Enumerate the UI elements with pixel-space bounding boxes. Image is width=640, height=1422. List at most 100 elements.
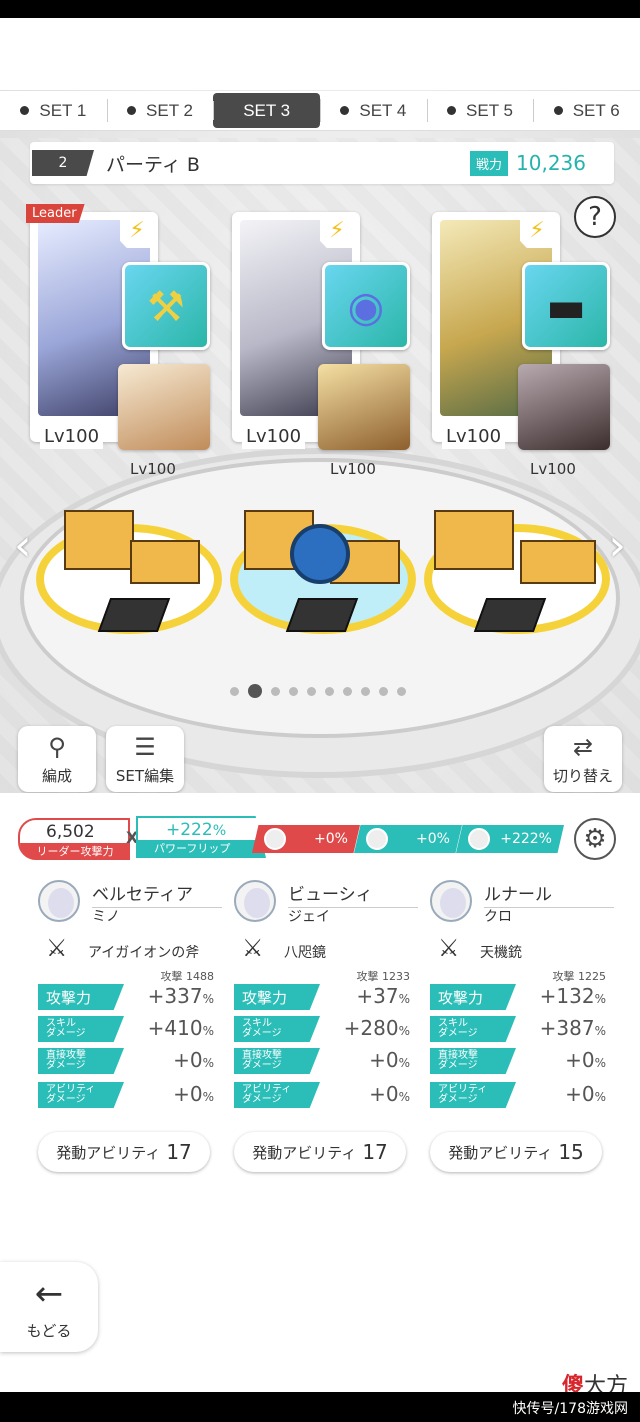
- page-dot[interactable]: [379, 686, 388, 696]
- footer-bar: 快传号/178游戏网: [0, 1392, 640, 1422]
- dot-icon: [447, 106, 457, 115]
- tab-set-1[interactable]: SET 1: [0, 91, 107, 130]
- avatar: [264, 828, 286, 850]
- tab-set-3[interactable]: SET 3: [213, 93, 321, 128]
- sub-character-card-1[interactable]: [118, 364, 210, 450]
- stat-label: スキル ダメージ: [430, 1016, 516, 1042]
- arrow-right-icon[interactable]: ›: [608, 520, 626, 571]
- sub-character-name: ミノ: [92, 909, 120, 925]
- ability-button-3[interactable]: 発動アビリティ 15: [430, 1132, 602, 1172]
- lightning-icon: ⚡: [120, 212, 154, 248]
- power-flip-value: +222%: [166, 820, 226, 840]
- character-name: ビューシィ: [288, 880, 418, 908]
- switch-button[interactable]: ⇄ 切り替え: [544, 726, 622, 792]
- page-dot[interactable]: [307, 686, 316, 696]
- ability-button-1[interactable]: 発動アビリティ 17: [38, 1132, 210, 1172]
- lightning-icon: ⚡: [520, 212, 554, 248]
- stat-value: +0%: [565, 1048, 606, 1072]
- page-dot-active[interactable]: [248, 684, 262, 698]
- bonus-value: +0%: [314, 831, 348, 847]
- avatar: [430, 880, 472, 922]
- stat-value: +0%: [173, 1082, 214, 1106]
- chip-icon: [285, 598, 359, 632]
- axe-equip-icon[interactable]: ⚒: [122, 262, 210, 350]
- avatar: [366, 828, 388, 850]
- dot-icon: [340, 106, 350, 115]
- gear-icon[interactable]: ⚙: [574, 818, 616, 860]
- back-button[interactable]: ← もどる: [0, 1262, 98, 1352]
- page-dot[interactable]: [325, 686, 334, 696]
- stat-row-ability: アビリティ ダメージ +0%: [38, 1082, 224, 1112]
- bonus-pill-1: +0%: [252, 825, 360, 853]
- weapon-name: 天機銃: [480, 945, 522, 961]
- stat-value: +0%: [369, 1082, 410, 1106]
- tab-label: SET 4: [359, 100, 407, 120]
- leader-attack-value: 6,502: [46, 822, 95, 842]
- mirror-equip-icon[interactable]: ◉: [322, 262, 410, 350]
- stat-label: 攻撃力: [234, 984, 320, 1010]
- stat-row-direct: 直接攻撃 ダメージ +0%: [38, 1048, 224, 1078]
- stat-unit: %: [398, 1090, 410, 1104]
- stat-unit: %: [594, 1090, 606, 1104]
- page-dot[interactable]: [230, 686, 239, 696]
- leader-badge: Leader: [26, 204, 85, 223]
- ability-button-2[interactable]: 発動アビリティ 17: [234, 1132, 406, 1172]
- label-line: ダメージ: [242, 1028, 282, 1039]
- arrow-left-icon[interactable]: ‹: [14, 520, 32, 571]
- stat-number: +0: [369, 1048, 399, 1072]
- stat-row-skill: スキル ダメージ +410%: [38, 1016, 224, 1046]
- mirror-sprite: [290, 524, 350, 584]
- base-attack: 攻撃 1488: [160, 970, 215, 983]
- stat-unit: %: [202, 1090, 214, 1104]
- stat-number: +0: [565, 1048, 595, 1072]
- sub-character-card-2[interactable]: [318, 364, 410, 450]
- gun-equip-icon[interactable]: ▬: [522, 262, 610, 350]
- sub-character-card-3[interactable]: [518, 364, 610, 450]
- stat-number: +0: [173, 1048, 203, 1072]
- label-line: ダメージ: [438, 1094, 478, 1105]
- tab-set-4[interactable]: SET 4: [320, 91, 427, 130]
- page-dot[interactable]: [343, 686, 352, 696]
- stat-label: スキル ダメージ: [234, 1016, 320, 1042]
- stat-unit: %: [594, 992, 606, 1006]
- stat-label: アビリティ ダメージ: [430, 1082, 516, 1108]
- sub-level-label: Lv100: [330, 460, 376, 478]
- set-edit-button[interactable]: ☰ SET編集: [106, 726, 184, 792]
- stat-number: +0: [369, 1082, 399, 1106]
- stat-row-attack: 攻撃 1225 攻撃力 +132%: [430, 970, 616, 1014]
- stat-value: +37%: [356, 984, 410, 1008]
- bonus-value: +222%: [500, 831, 552, 847]
- chip-icon: [473, 598, 547, 632]
- stat-label: 直接攻撃 ダメージ: [430, 1048, 516, 1074]
- stat-value: +0%: [369, 1048, 410, 1072]
- stat-unit: %: [398, 992, 410, 1006]
- user-gear-icon: ⚲: [48, 733, 66, 761]
- character-name: ルナール: [484, 880, 614, 908]
- tab-set-6[interactable]: SET 6: [533, 91, 640, 130]
- weapon-icon: ⚔: [438, 934, 460, 962]
- page-dot[interactable]: [289, 686, 298, 696]
- tab-set-2[interactable]: SET 2: [106, 91, 214, 130]
- stat-value: +132%: [540, 984, 606, 1008]
- label-line: ダメージ: [46, 1028, 86, 1039]
- bonus-pill-3: +222%: [456, 825, 564, 853]
- stat-unit: %: [202, 992, 214, 1006]
- page-dot[interactable]: [271, 686, 280, 696]
- label-line: ダメージ: [46, 1094, 86, 1105]
- ability-count: 17: [166, 1140, 192, 1164]
- party-bar[interactable]: 2 パーティ B 戦力 10,236: [30, 142, 614, 184]
- stat-number: +337: [147, 984, 203, 1008]
- stat-unit: %: [594, 1056, 606, 1070]
- level-label: Lv100: [40, 424, 104, 449]
- stat-value: +0%: [565, 1082, 606, 1106]
- stat-number: +0: [173, 1082, 203, 1106]
- page-dot[interactable]: [361, 686, 370, 696]
- formation-button[interactable]: ⚲ 編成: [18, 726, 96, 792]
- page-dot[interactable]: [397, 686, 406, 696]
- tab-set-5[interactable]: SET 5: [426, 91, 534, 130]
- stat-label: 攻撃力: [38, 984, 124, 1010]
- help-button[interactable]: ?: [574, 196, 616, 238]
- power-flip-number: +222: [166, 820, 213, 840]
- tab-label: SET 1: [39, 100, 87, 120]
- stat-number: +280: [343, 1016, 399, 1040]
